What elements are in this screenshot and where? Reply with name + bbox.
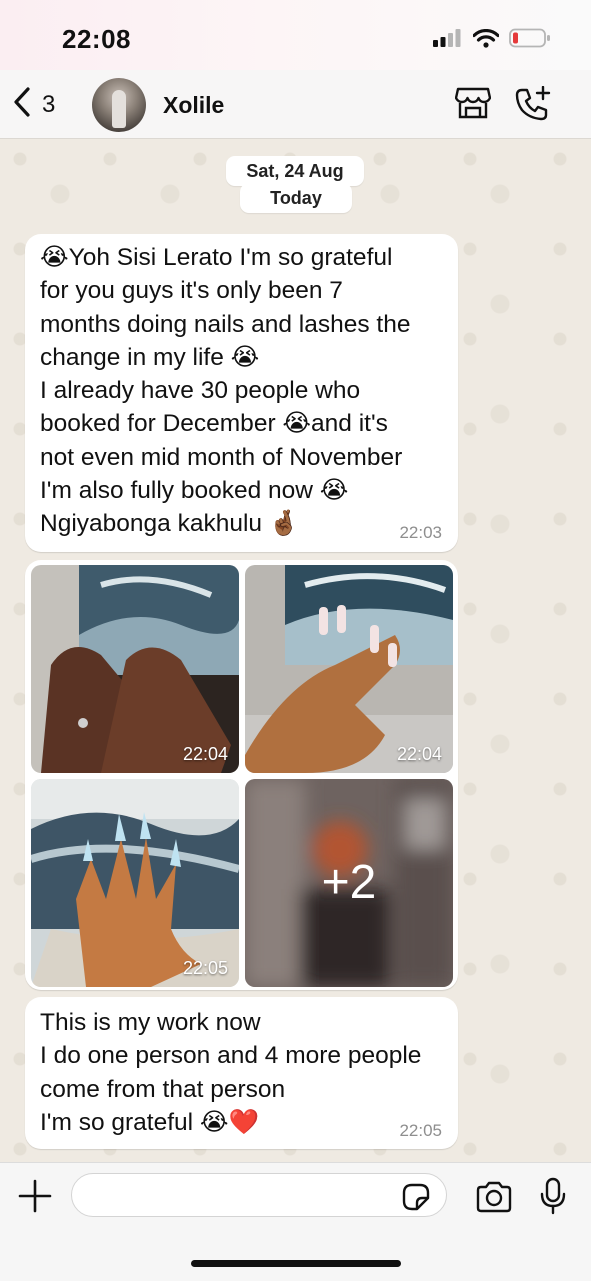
photo-timestamp: 22:04 — [396, 744, 442, 764]
message-line: change in my life 😭 — [40, 343, 260, 371]
status-bar: 22:08 — [0, 0, 591, 70]
back-button[interactable]: 3 — [12, 86, 55, 123]
album-more-photos[interactable]: +2 — [245, 779, 453, 987]
home-indicator[interactable] — [191, 1260, 401, 1267]
battery-icon — [509, 28, 551, 53]
status-time: 22:08 — [62, 24, 131, 54]
message-timestamp: 22:05 — [399, 1121, 442, 1140]
contact-name[interactable]: Xolile — [163, 92, 224, 119]
message-line: come from that person — [40, 1075, 286, 1103]
photo-timestamp: 22:04 — [182, 744, 228, 764]
message-line: I do one person and 4 more people — [40, 1042, 422, 1070]
photo-hands-white-tips — [245, 565, 453, 773]
message-line: I'm so grateful 😭❤️ — [40, 1108, 260, 1136]
camera-icon[interactable] — [475, 1181, 513, 1218]
album-photo[interactable]: 22:04 — [245, 565, 453, 773]
message-line: not even mid month of November — [40, 443, 403, 471]
unread-count: 3 — [42, 90, 56, 118]
sticker-icon[interactable] — [400, 1181, 432, 1218]
cellular-signal-icon — [433, 29, 463, 52]
message-input[interactable] — [71, 1173, 447, 1217]
today-label: Today — [240, 183, 352, 213]
message-line: I already have 30 people who — [40, 377, 361, 405]
wifi-icon — [472, 28, 500, 53]
chat-area[interactable]: Sat, 24 Aug Today 😭Yoh Sisi Lerato I'm s… — [0, 139, 591, 1162]
album-photo[interactable]: 22:04 — [31, 565, 239, 773]
message-bubble[interactable]: 😭Yoh Sisi Lerato I'm so grateful for you… — [25, 234, 458, 552]
add-call-icon[interactable] — [514, 85, 552, 127]
photo-hands-natural-nails — [31, 565, 239, 773]
message-line: Ngiyabonga kakhulu 🤞🏾 — [40, 510, 300, 538]
contact-avatar[interactable] — [92, 78, 146, 132]
message-text: 😭Yoh Sisi Lerato I'm so grateful for you… — [40, 241, 410, 541]
message-line: I'm also fully booked now 😭 — [40, 477, 349, 505]
chat-header: 3 Xolile — [0, 70, 591, 139]
album-photo[interactable]: 22:05 — [31, 779, 239, 987]
photo-album: 22:04 22:04 22:05 +2 — [25, 560, 458, 990]
message-line: 😭Yoh Sisi Lerato I'm so grateful — [40, 244, 393, 271]
message-line: This is my work now — [40, 1009, 261, 1036]
message-text: This is my work now I do one person and … — [40, 1006, 421, 1139]
more-photos-count: +2 — [321, 856, 377, 909]
message-line: for you guys it's only been 7 — [40, 277, 343, 305]
message-timestamp: 22:03 — [399, 523, 442, 542]
message-bubble[interactable]: This is my work now I do one person and … — [25, 997, 458, 1149]
date-separator: Sat, 24 Aug — [226, 156, 364, 186]
avatar-figure — [112, 90, 126, 128]
storefront-icon[interactable] — [454, 86, 492, 125]
photo-hand-blue-stiletto — [31, 779, 239, 987]
chevron-left-icon — [12, 86, 32, 123]
status-icons — [433, 28, 551, 53]
photo-timestamp: 22:05 — [182, 958, 228, 978]
microphone-icon[interactable] — [540, 1177, 566, 1220]
message-line: months doing nails and lashes the — [40, 310, 411, 338]
message-line: booked for December 😭and it's — [40, 410, 388, 438]
plus-icon[interactable] — [18, 1179, 52, 1218]
